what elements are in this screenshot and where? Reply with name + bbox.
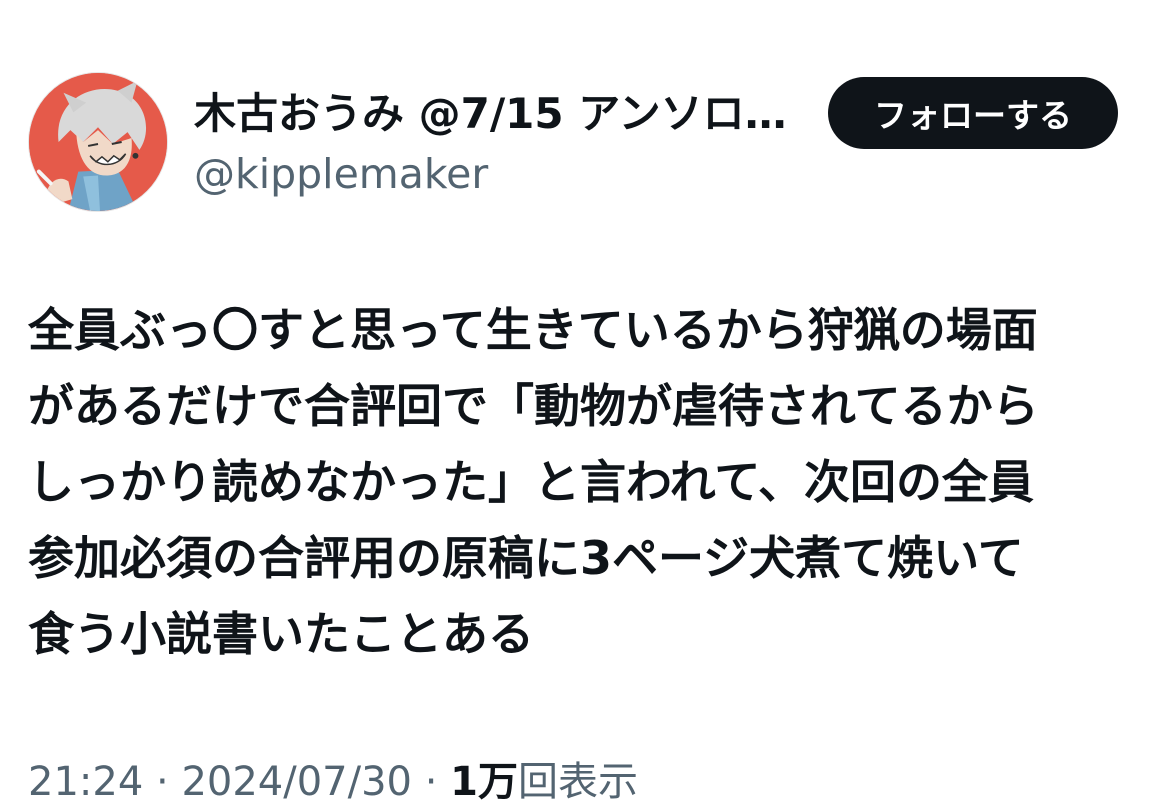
- tweet-text: 全員ぶっ〇すと思って生きているから狩猟の場面 があるだけで合評回で「動物が虐待さ…: [28, 292, 1148, 672]
- avatar[interactable]: [28, 72, 168, 212]
- tweet-text-line: 食う小説書いたことある: [28, 607, 534, 661]
- tweet-text-line: があるだけで合評回で「動物が虐待されてるから: [28, 379, 1039, 433]
- view-count-label[interactable]: 回表示: [518, 759, 638, 805]
- tweet-text-line: しっかり読めなかった」と言われて、次回の全員: [28, 455, 1035, 509]
- tweet-date[interactable]: 2024/07/30: [181, 759, 412, 805]
- view-count[interactable]: 1万: [450, 759, 518, 805]
- tweet-metadata: 21:24 · 2024/07/30 · 1万回表示: [28, 752, 638, 812]
- follow-button[interactable]: フォローする: [828, 77, 1118, 149]
- tweet-header: 木古おうみ @7/15 アンソロ… @kipplemaker フォローする: [28, 72, 1142, 212]
- tweet-text-line: 全員ぶっ〇すと思って生きているから狩猟の場面: [28, 303, 1038, 357]
- user-handle[interactable]: @kipplemaker: [194, 144, 814, 204]
- user-names: 木古おうみ @7/15 アンソロ… @kipplemaker: [194, 86, 814, 204]
- tweet-time[interactable]: 21:24: [28, 759, 143, 805]
- meta-separator: ·: [143, 759, 182, 805]
- tweet-card: 木古おうみ @7/15 アンソロ… @kipplemaker フォローする 全員…: [0, 0, 1170, 809]
- avatar-illustration-icon: [29, 73, 167, 211]
- display-name[interactable]: 木古おうみ @7/15 アンソロ…: [194, 86, 814, 142]
- tweet-text-line: 参加必須の合評用の原稿に3ページ犬煮て焼いて: [28, 531, 1024, 585]
- meta-separator: ·: [411, 759, 451, 805]
